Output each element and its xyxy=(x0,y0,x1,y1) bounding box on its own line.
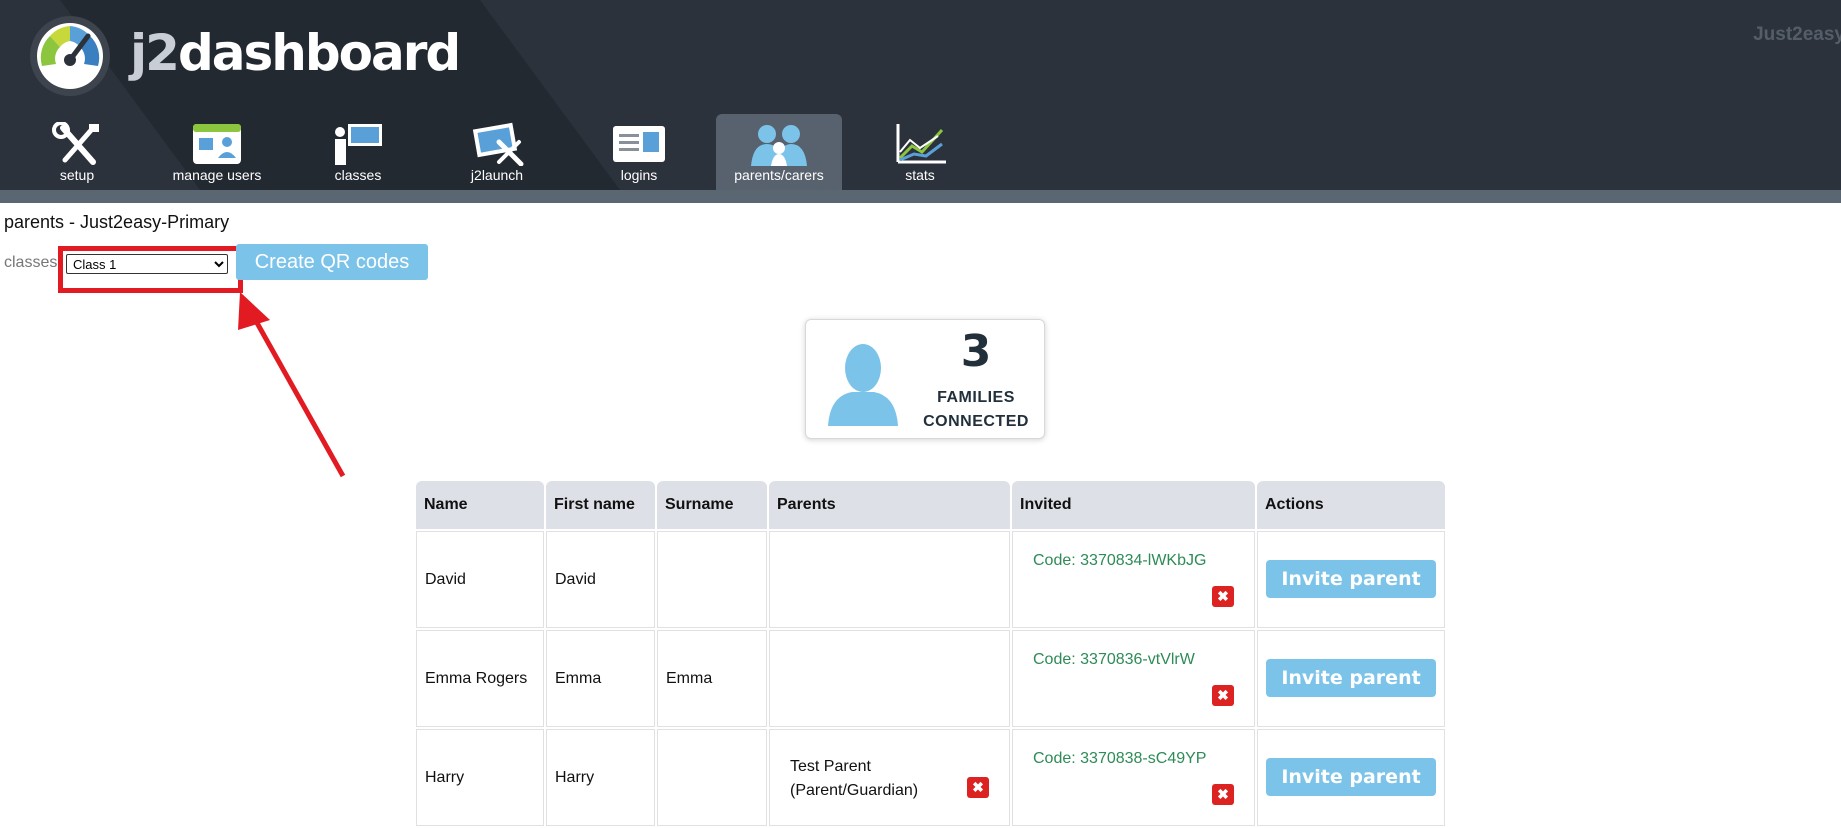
brand-prefix: j2 xyxy=(130,24,180,82)
col-header-name[interactable]: Name xyxy=(416,481,544,529)
tools-icon xyxy=(52,122,99,165)
table-header-row: Name First name Surname Parents Invited … xyxy=(416,481,1445,529)
parent-name: Test Parent xyxy=(790,758,871,775)
col-header-parents[interactable]: Parents xyxy=(769,481,1010,529)
cell-surname xyxy=(657,729,767,826)
cell-actions: Invite parent xyxy=(1257,531,1445,628)
nav-parents-carers-label: parents/carers xyxy=(734,167,824,183)
invite-parent-button[interactable]: Invite parent xyxy=(1266,560,1436,598)
families-label-line1: FAMILIES xyxy=(937,389,1015,406)
cell-invited: Code: 3370834-lWKbJG ✖ xyxy=(1012,531,1255,628)
person-icon xyxy=(828,344,898,426)
table-row: Harry Harry Test Parent (Parent/Guardian… xyxy=(416,729,1445,826)
delete-invite-button[interactable]: ✖ xyxy=(1212,586,1234,607)
cell-first-name: Emma xyxy=(546,630,655,727)
classes-label: classes xyxy=(4,254,58,271)
cell-actions: Invite parent xyxy=(1257,729,1445,826)
nav-setup[interactable]: setup xyxy=(40,114,114,190)
nav-parents-carers[interactable]: parents/carers xyxy=(716,114,842,190)
cell-invited: Code: 3370838-sC49YP ✖ xyxy=(1012,729,1255,826)
app-header: j2dashboard Just2easy setup manage users xyxy=(0,0,1841,203)
col-header-first-name[interactable]: First name xyxy=(546,481,655,529)
invite-code: Code: 3370836-vtVlrW xyxy=(1033,651,1195,668)
nav-stats-label: stats xyxy=(905,167,935,183)
col-header-surname[interactable]: Surname xyxy=(657,481,767,529)
cell-name: David xyxy=(416,531,544,628)
nav-classes[interactable]: classes xyxy=(326,114,390,190)
dashboard-logo-icon xyxy=(30,16,110,96)
class-select[interactable]: Class 1 xyxy=(66,254,228,274)
nav-stats[interactable]: stats xyxy=(890,114,950,190)
col-header-actions[interactable]: Actions xyxy=(1257,481,1445,529)
cell-parents: Test Parent (Parent/Guardian) ✖ xyxy=(769,729,1010,826)
nav-j2launch[interactable]: j2launch xyxy=(460,114,534,190)
families-count: 3 xyxy=(960,326,992,377)
nav-classes-label: classes xyxy=(334,167,382,183)
cell-first-name: David xyxy=(546,531,655,628)
remove-parent-button[interactable]: ✖ xyxy=(967,777,989,798)
parent-role: (Parent/Guardian) xyxy=(790,782,919,799)
families-connected-card: 3 FAMILIES CONNECTED xyxy=(805,319,1045,439)
cell-surname xyxy=(657,531,767,628)
cell-name: Harry xyxy=(416,729,544,826)
invite-parent-button[interactable]: Invite parent xyxy=(1266,659,1436,697)
parents-icon xyxy=(751,125,807,166)
delete-invite-button[interactable]: ✖ xyxy=(1212,784,1234,805)
nav-j2launch-label: j2launch xyxy=(470,167,524,183)
parent-entry: Test Parent (Parent/Guardian) xyxy=(790,755,918,803)
delete-invite-button[interactable]: ✖ xyxy=(1212,685,1234,706)
cell-first-name: Harry xyxy=(546,729,655,826)
header-bottom-bar xyxy=(0,190,1841,203)
table-row: Emma Rogers Emma Emma Code: 3370836-vtVl… xyxy=(416,630,1445,727)
col-header-invited[interactable]: Invited xyxy=(1012,481,1255,529)
cell-invited: Code: 3370836-vtVlrW ✖ xyxy=(1012,630,1255,727)
create-qr-codes-button[interactable]: Create QR codes xyxy=(236,244,428,280)
cell-name: Emma Rogers xyxy=(416,630,544,727)
nav-manage-users-label: manage users xyxy=(172,167,262,183)
families-label: FAMILIES CONNECTED xyxy=(916,386,1036,434)
annotation-arrow xyxy=(238,292,346,478)
brand-suffix: dashboard xyxy=(177,24,461,82)
table-row: David David Code: 3370834-lWKbJG ✖ Invit… xyxy=(416,531,1445,628)
nav-setup-label: setup xyxy=(59,167,95,183)
classes-icon xyxy=(335,124,382,165)
page-title: parents - Just2easy-Primary xyxy=(4,212,230,232)
nav-logins[interactable]: logins xyxy=(605,114,673,190)
families-label-line2: CONNECTED xyxy=(923,413,1029,430)
invite-code: Code: 3370838-sC49YP xyxy=(1033,750,1207,767)
school-name: Just2easy xyxy=(1753,24,1841,45)
cell-actions: Invite parent xyxy=(1257,630,1445,727)
invite-code: Code: 3370834-lWKbJG xyxy=(1033,552,1207,569)
cell-parents xyxy=(769,630,1010,727)
j2launch-icon xyxy=(472,122,524,166)
cell-surname: Emma xyxy=(657,630,767,727)
nav-logins-label: logins xyxy=(620,167,658,183)
brand-title: j2dashboard xyxy=(130,22,461,84)
chart-icon xyxy=(896,124,946,164)
cell-parents xyxy=(769,531,1010,628)
id-card-icon xyxy=(613,126,665,162)
invite-parent-button[interactable]: Invite parent xyxy=(1266,758,1436,796)
parents-table: Name First name Surname Parents Invited … xyxy=(414,479,1447,828)
manage-users-icon xyxy=(193,124,241,164)
nav-manage-users[interactable]: manage users xyxy=(165,114,269,190)
